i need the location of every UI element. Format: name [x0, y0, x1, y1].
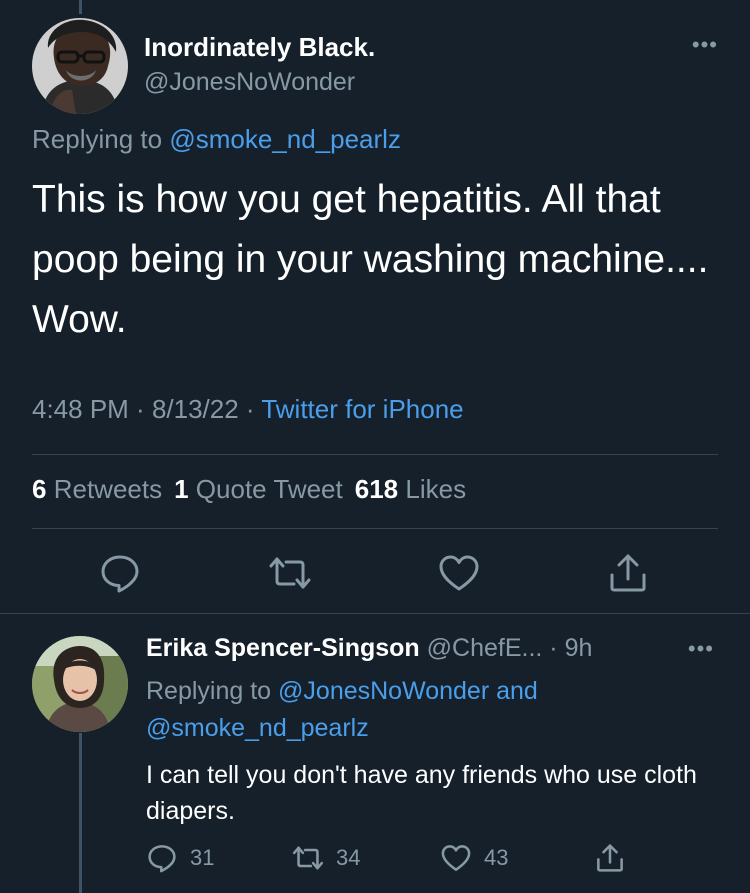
retweets-label: Retweets: [53, 474, 163, 504]
reply-reply-button[interactable]: 31: [146, 842, 214, 874]
mention-link[interactable]: @smoke_nd_pearlz: [146, 714, 369, 742]
thread-line: [79, 0, 82, 14]
reply-count: 31: [190, 845, 215, 870]
tweet-header: Inordinately Black. @JonesNoWonder •••: [32, 18, 722, 114]
reply-button[interactable]: [98, 551, 142, 595]
avatar[interactable]: [32, 18, 128, 114]
likes-label: Likes: [405, 474, 467, 504]
meta-separator: ·: [238, 394, 262, 424]
retweets-count: 6: [32, 474, 47, 504]
replying-prefix: Replying to: [146, 677, 279, 705]
retweets-stat[interactable]: 6 Retweets: [32, 474, 162, 504]
divider: [0, 613, 750, 614]
meta-separator: ·: [128, 394, 152, 424]
reply-display-name[interactable]: Erika Spencer-Singson: [146, 634, 420, 662]
replying-and[interactable]: and: [489, 677, 538, 705]
reply-avatar[interactable]: [32, 636, 128, 732]
mention-link[interactable]: @smoke_nd_pearlz: [169, 124, 401, 154]
reply-icon: [101, 555, 139, 593]
reply-more-options-icon[interactable]: •••: [688, 636, 714, 662]
share-icon: [610, 554, 646, 592]
likes-count: 618: [354, 474, 399, 504]
reply-like-button[interactable]: 43: [440, 842, 508, 874]
reply-header: Erika Spencer-Singson @ChefE... · 9h: [146, 634, 593, 662]
reply-handle[interactable]: @ChefE...: [427, 634, 543, 662]
divider: [32, 528, 718, 529]
replying-prefix: Replying to: [32, 124, 170, 154]
tweet-actions: [0, 548, 750, 598]
likes-stat[interactable]: 618 Likes: [355, 474, 466, 504]
reply-retweet-button[interactable]: 34: [292, 842, 360, 874]
reply-replying-to: Replying to @JonesNoWonder and @smoke_nd…: [146, 673, 706, 747]
retweet-count: 34: [336, 845, 361, 870]
display-name[interactable]: Inordinately Black.: [144, 32, 375, 63]
mention-link[interactable]: @JonesNoWonder: [278, 677, 489, 705]
share-icon: [597, 844, 623, 872]
reply-age[interactable]: 9h: [565, 634, 593, 662]
reply-text: I can tell you don't have any friends wh…: [146, 761, 697, 825]
reply-icon: [148, 845, 176, 873]
tweet-text: This is how you get hepatitis. All that …: [32, 178, 709, 341]
quotes-label: Quote Tweet: [195, 474, 343, 504]
reply-actions: 31 34 43: [146, 842, 646, 878]
reply-share-button[interactable]: [594, 842, 626, 874]
quotes-stat[interactable]: 1 Quote Tweet: [174, 474, 343, 504]
tweet-source[interactable]: Twitter for iPhone: [261, 394, 463, 424]
retweet-icon: [269, 557, 311, 589]
tweet-stats: 6 Retweets 1 Quote Tweet 618 Likes: [32, 474, 466, 505]
retweet-icon: [292, 846, 324, 870]
thread-line: [79, 733, 82, 893]
like-button[interactable]: [437, 551, 481, 595]
tweet-meta: 4:48 PM · 8/13/22 · Twitter for iPhone: [32, 394, 464, 425]
divider: [32, 454, 718, 455]
retweet-button[interactable]: [268, 551, 312, 595]
tweet-date[interactable]: 8/13/22: [152, 394, 239, 424]
user-handle[interactable]: @JonesNoWonder: [144, 68, 355, 97]
like-icon: [441, 845, 471, 871]
like-icon: [439, 555, 479, 591]
like-count: 43: [484, 845, 509, 870]
replying-to: Replying to @smoke_nd_pearlz: [32, 124, 401, 155]
more-options-icon[interactable]: •••: [692, 32, 718, 58]
tweet-time[interactable]: 4:48 PM: [32, 394, 129, 424]
quotes-count: 1: [174, 474, 189, 504]
share-button[interactable]: [606, 551, 650, 595]
